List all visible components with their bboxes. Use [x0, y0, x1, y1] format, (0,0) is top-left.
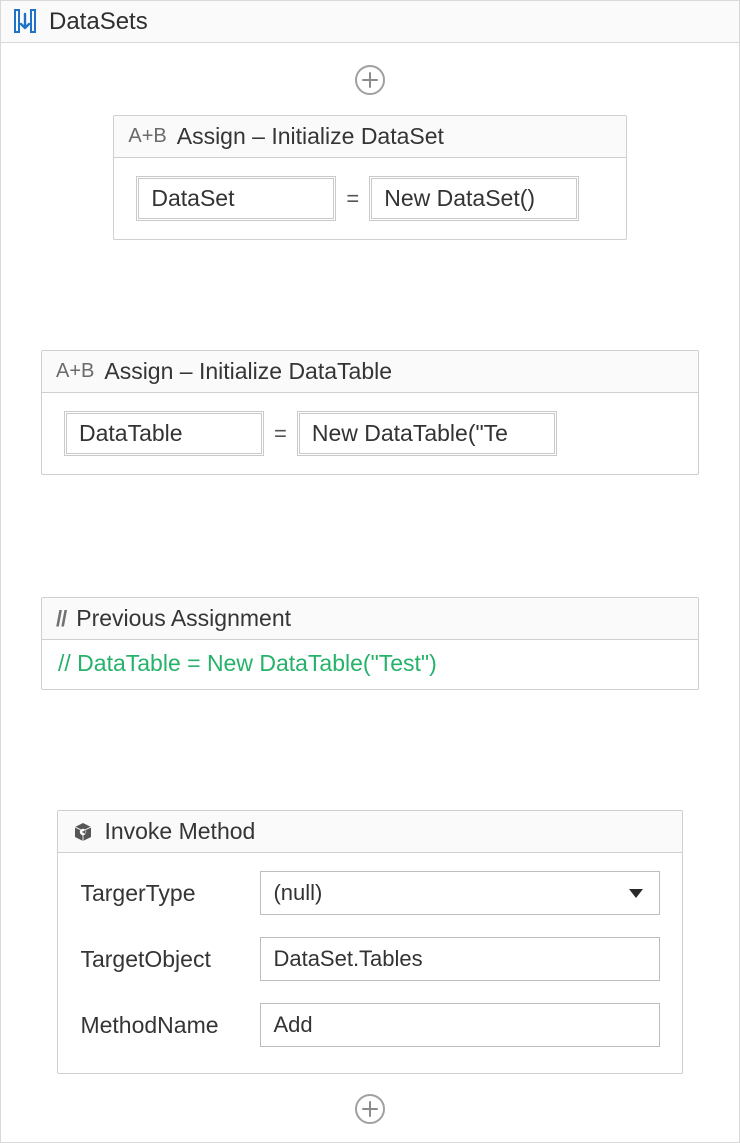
- chevron-down-icon: [629, 889, 643, 898]
- comment-activity[interactable]: // Previous Assignment // DataTable = Ne…: [41, 597, 699, 690]
- container-title: DataSets: [49, 8, 148, 36]
- assign-activity-2[interactable]: A+B Assign – Initialize DataTable DataTa…: [41, 350, 699, 475]
- invoke-method-icon: [72, 821, 94, 843]
- equals-label: =: [272, 421, 289, 447]
- add-activity-top-button[interactable]: [355, 65, 385, 95]
- activity-title: Assign – Initialize DataSet: [177, 123, 444, 150]
- equals-label: =: [344, 186, 361, 212]
- property-label: TargetObject: [80, 946, 260, 973]
- property-row-method-name: MethodName: [80, 1003, 659, 1047]
- invoke-method-activity[interactable]: Invoke Method TargerType (null) TargetOb…: [57, 810, 682, 1074]
- activity-header[interactable]: Invoke Method: [58, 811, 681, 853]
- workflow-container: DataSets A+B Assign – Initialize DataSet…: [0, 0, 740, 1143]
- property-row-target-object: TargetObject: [80, 937, 659, 981]
- activity-title: Invoke Method: [104, 818, 255, 845]
- assign-icon: A+B: [128, 125, 166, 148]
- assign-icon: A+B: [56, 360, 94, 383]
- activity-body: DataTable = New DataTable("Te: [42, 393, 698, 474]
- assign-to-field[interactable]: DataTable: [64, 411, 264, 456]
- assign-to-field[interactable]: DataSet: [136, 176, 336, 221]
- assign-value-field[interactable]: New DataSet(): [369, 176, 579, 221]
- sequence-icon: [11, 8, 39, 36]
- comment-icon: //: [56, 606, 66, 632]
- activity-header[interactable]: A+B Assign – Initialize DataTable: [42, 351, 698, 393]
- property-label: MethodName: [80, 1012, 260, 1039]
- property-label: TargerType: [80, 880, 260, 907]
- activity-title: Assign – Initialize DataTable: [104, 358, 392, 385]
- connector-arrow: [369, 696, 371, 802]
- comment-text[interactable]: // DataTable = New DataTable("Test"): [42, 640, 698, 689]
- target-type-select[interactable]: (null): [260, 871, 659, 915]
- activity-title: Previous Assignment: [76, 605, 291, 632]
- target-type-value: (null): [273, 880, 322, 906]
- activity-body: TargerType (null) TargetObject MethodNam…: [58, 853, 681, 1073]
- activity-header[interactable]: // Previous Assignment: [42, 598, 698, 640]
- assign-value-field[interactable]: New DataTable("Te: [297, 411, 557, 456]
- property-row-target-type: TargerType (null): [80, 871, 659, 915]
- add-activity-bottom-button[interactable]: [355, 1094, 385, 1124]
- connector-arrow: [369, 246, 371, 342]
- connector-arrow: [369, 481, 371, 589]
- method-name-input[interactable]: [260, 1003, 659, 1047]
- activity-body: DataSet = New DataSet(): [114, 158, 625, 239]
- target-object-input[interactable]: [260, 937, 659, 981]
- workflow-body: A+B Assign – Initialize DataSet DataSet …: [1, 43, 739, 1142]
- activity-header[interactable]: A+B Assign – Initialize DataSet: [114, 116, 625, 158]
- container-title-bar[interactable]: DataSets: [1, 1, 739, 43]
- assign-activity-1[interactable]: A+B Assign – Initialize DataSet DataSet …: [113, 115, 626, 240]
